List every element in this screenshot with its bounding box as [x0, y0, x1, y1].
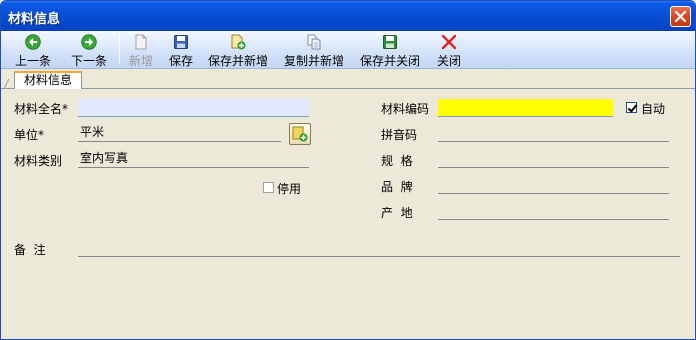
copy-and-new-label: 复制并新增: [283, 54, 344, 68]
form-panel: 材料全名* 单位* 平米 材料类别 室内写真 停用 材料编码 自动 拼音码 规 …: [1, 89, 695, 339]
disabled-checkbox-label: 停用: [277, 182, 302, 196]
unit-label: 单位*: [14, 128, 45, 142]
pinyin-label: 拼音码: [381, 128, 418, 142]
prev-record-label: 上一条: [14, 54, 51, 68]
new-label: 新增: [128, 54, 153, 68]
code-input[interactable]: [438, 99, 613, 117]
copy-icon: [307, 34, 321, 50]
window-close-button[interactable]: [670, 6, 691, 27]
toolbar-separator: [119, 34, 120, 64]
full-name-input[interactable]: [78, 99, 309, 117]
add-item-icon: [292, 126, 308, 142]
category-label: 材料类别: [14, 154, 63, 168]
save-close-icon: [383, 35, 397, 49]
tab-label: 材料信息: [23, 73, 72, 87]
window-title: 材料信息: [8, 12, 61, 27]
close-button[interactable]: 关闭: [432, 33, 466, 68]
next-record-button[interactable]: 下一条: [67, 33, 111, 68]
tab-material-info[interactable]: 材料信息: [14, 71, 82, 90]
next-record-label: 下一条: [70, 54, 107, 68]
remark-input[interactable]: [78, 239, 680, 257]
new-button[interactable]: 新增: [125, 33, 157, 68]
red-x-icon: [441, 34, 457, 50]
unit-input[interactable]: 平米: [78, 124, 281, 142]
save-and-close-button[interactable]: 保存并关闭: [358, 33, 422, 68]
tab-strip: 材料信息: [1, 69, 695, 90]
toolbar: 上一条 下一条 新增 保存 保存并新增 复制并新增 保存并关闭 关闭: [1, 31, 695, 69]
brand-label: 品 牌: [381, 180, 413, 194]
save-and-new-label: 保存并新增: [207, 54, 268, 68]
auto-code-label: 自动: [641, 102, 666, 116]
unit-picker-button[interactable]: [289, 123, 311, 145]
spec-input[interactable]: [438, 150, 669, 168]
save-button[interactable]: 保存: [165, 33, 197, 68]
origin-input[interactable]: [438, 202, 669, 220]
title-bar[interactable]: 材料信息: [1, 1, 695, 31]
save-and-close-label: 保存并关闭: [359, 54, 420, 68]
spec-label: 规 格: [381, 154, 413, 168]
copy-and-new-button[interactable]: 复制并新增: [282, 33, 346, 68]
close-icon: [675, 11, 686, 22]
dialog-window: 材料信息 上一条 下一条 新增 保存 保存并新增 复制并新增 保存并关闭 关闭 …: [0, 0, 696, 340]
save-and-new-button[interactable]: 保存并新增: [206, 33, 270, 68]
origin-label: 产 地: [381, 206, 413, 220]
remark-label: 备 注: [14, 243, 46, 257]
add-document-icon: [231, 34, 246, 50]
disabled-checkbox[interactable]: [263, 182, 274, 193]
pinyin-input[interactable]: [438, 124, 669, 142]
arrow-down-icon: [81, 34, 97, 50]
close-label: 关闭: [436, 54, 461, 68]
floppy-disk-icon: [174, 35, 188, 49]
code-label: 材料编码: [381, 102, 430, 116]
new-document-icon: [135, 34, 147, 50]
auto-code-checkbox[interactable]: [626, 102, 637, 113]
full-name-label: 材料全名*: [14, 102, 69, 116]
save-label: 保存: [168, 54, 193, 68]
arrow-up-icon: [25, 34, 41, 50]
brand-input[interactable]: [438, 176, 669, 194]
category-input[interactable]: 室内写真: [78, 150, 309, 168]
prev-record-button[interactable]: 上一条: [11, 33, 55, 68]
